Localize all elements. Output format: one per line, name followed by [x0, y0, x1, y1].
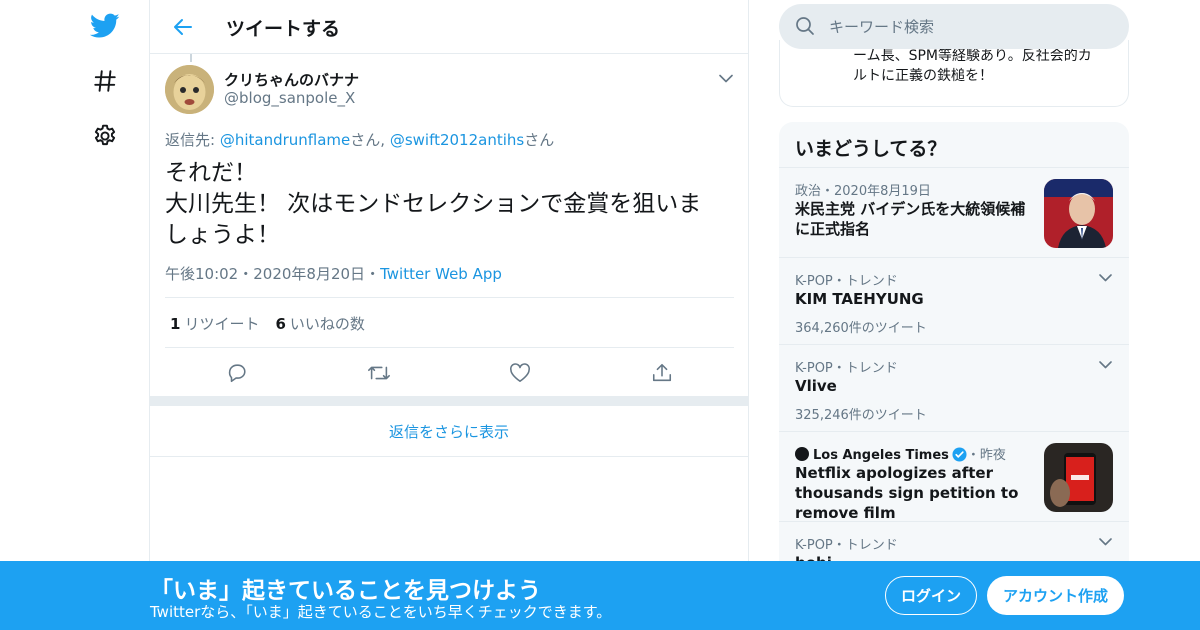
gear-icon[interactable]: [87, 118, 123, 154]
author-name[interactable]: クリちゃんのバナナ: [224, 69, 359, 90]
tweet-column: ツイートする クリちゃんのバナナ @blog_sanpole_X 返信先: @h…: [149, 0, 749, 630]
reply-suffix: さん: [524, 131, 555, 149]
tweet-time[interactable]: 午後10:02: [165, 265, 238, 283]
retweet-count: 1: [170, 315, 181, 333]
news-source-logo-icon: [795, 447, 809, 461]
trend-meta: K-POP・トレンド: [795, 274, 898, 289]
trend-item[interactable]: K-POP・トレンド Vlive 325,246件のツイート: [779, 344, 1129, 431]
trends-panel: いまどうしてる？ 政治・2020年8月19日 米民主党 バイデン氏を大統領候補に…: [779, 122, 1129, 630]
author-handle[interactable]: @blog_sanpole_X: [224, 89, 355, 107]
chevron-down-icon[interactable]: [714, 68, 738, 88]
tweet-date[interactable]: 2020年8月20日: [253, 265, 365, 283]
chevron-down-icon[interactable]: [1095, 534, 1115, 550]
trend-count: 364,260件のツイート: [795, 321, 927, 336]
back-arrow-icon[interactable]: [166, 10, 200, 44]
trend-title: KIM TAEHYUNG: [795, 290, 924, 308]
chevron-down-icon[interactable]: [1095, 357, 1115, 373]
tweet-text: それだ！ 大川先生！ 次はモンドセレクションで金賞を狙いま しょうよ！: [165, 158, 735, 251]
search-box: [779, 4, 1129, 49]
like-stat[interactable]: 6 いいねの数: [275, 315, 364, 333]
left-nav: [80, 0, 130, 630]
reply-to: 返信先: @hitandrunflameさん, @swift2012antihs…: [165, 129, 554, 150]
trend-title: Netflix apologizes after thousands sign …: [795, 464, 1019, 522]
signup-banner: 「いま」起きていることを見つけよう Twitterなら、「いま」起きていることを…: [0, 561, 1200, 630]
profile-bio-card: ーム長、SPM等経験あり。反社会的カ ルトに正義の鉄槌を！: [779, 40, 1129, 107]
netflix-phone-photo: [1044, 443, 1113, 512]
reply-sep: さん,: [350, 131, 390, 149]
tweet-text-line: 大川先生！ 次はモンドセレクションで金賞を狙いま: [165, 191, 702, 217]
thread-line: [190, 54, 192, 62]
bio-line: ーム長、SPM等経験あり。反社会的カ: [853, 48, 1092, 64]
news-time: ・昨夜: [966, 448, 1006, 463]
divider: [165, 297, 734, 298]
trend-title: Vlive: [795, 377, 837, 395]
reply-prefix: 返信先:: [165, 131, 220, 149]
hashtag-icon[interactable]: [87, 63, 123, 99]
login-button[interactable]: ログイン: [885, 576, 977, 615]
news-source: Los Angeles Times: [813, 448, 949, 463]
retweet-stat[interactable]: 1 リツイート: [170, 315, 259, 333]
page-title: ツイートする: [226, 18, 341, 40]
tweet-client-link[interactable]: Twitter Web App: [380, 265, 502, 283]
page-header: ツイートする: [150, 0, 748, 54]
share-icon[interactable]: [649, 360, 675, 386]
retweet-icon[interactable]: [366, 360, 392, 386]
tweet-text-line: しょうよ！: [165, 222, 280, 248]
trend-meta: K-POP・トレンド: [795, 538, 898, 553]
banner-title: 「いま」起きていることを見つけよう: [150, 578, 541, 604]
signup-button[interactable]: アカウント作成: [987, 576, 1124, 615]
trend-meta: K-POP・トレンド: [795, 361, 898, 376]
search-input[interactable]: [829, 4, 1119, 49]
like-icon[interactable]: [507, 360, 533, 386]
like-count: 6: [275, 315, 286, 333]
twitter-bird-icon[interactable]: [87, 8, 123, 44]
meta-dot: ・: [238, 265, 254, 283]
trend-item[interactable]: K-POP・トレンド KIM TAEHYUNG 364,260件のツイート: [779, 257, 1129, 344]
reply-user-link[interactable]: @hitandrunflame: [220, 131, 350, 149]
show-more-replies-link[interactable]: 返信をさらに表示: [150, 407, 748, 457]
search-icon: [795, 16, 815, 40]
trend-meta: 政治・2020年8月19日: [795, 184, 931, 199]
tweet-text-line: それだ！: [165, 160, 257, 186]
trends-title: いまどうしてる？: [795, 138, 947, 160]
banner-subtitle: Twitterなら、「いま」起きていることをいち早くチェックできます。: [150, 603, 612, 621]
trend-item[interactable]: Los Angeles Times ・昨夜 Netflix apologizes …: [779, 431, 1129, 522]
chevron-down-icon[interactable]: [1095, 270, 1115, 286]
divider: [165, 347, 734, 348]
trend-count: 325,246件のツイート: [795, 408, 927, 423]
reply-icon[interactable]: [224, 360, 250, 386]
politician-photo: [1044, 179, 1113, 248]
avatar[interactable]: [165, 65, 214, 114]
trend-title: 米民主党 バイデン氏を大統領候補に正式指名: [795, 200, 1026, 238]
like-label: いいねの数: [289, 315, 365, 333]
tweet-stats: 1 リツイート 6 いいねの数: [170, 313, 381, 334]
bio-line: ルトに正義の鉄槌を！: [853, 68, 993, 84]
separator-band: [150, 396, 748, 406]
reply-user-link[interactable]: @swift2012antihs: [390, 131, 524, 149]
retweet-label: リツイート: [184, 315, 260, 333]
meta-dot: ・: [365, 265, 381, 283]
trend-item[interactable]: 政治・2020年8月19日 米民主党 バイデン氏を大統領候補に正式指名: [779, 167, 1129, 257]
bio-text: ーム長、SPM等経験あり。反社会的カ ルトに正義の鉄槌を！: [853, 46, 1123, 86]
tweet-meta: 午後10:02・2020年8月20日・Twitter Web App: [165, 263, 502, 284]
